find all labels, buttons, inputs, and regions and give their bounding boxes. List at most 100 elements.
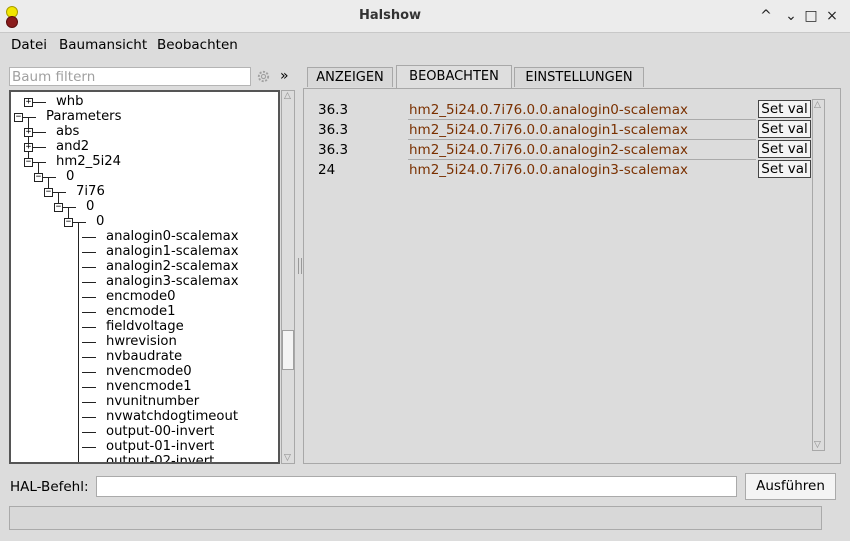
tree-item-label[interactable]: and2 <box>56 139 89 154</box>
hal-command-label: HAL-Befehl: <box>10 479 89 495</box>
tree-connector <box>82 252 96 253</box>
scroll-up-icon[interactable]: △ <box>814 100 821 110</box>
tree-item-label[interactable]: encmode0 <box>106 289 176 304</box>
tree-item-label[interactable]: analogin3-scalemax <box>106 274 239 289</box>
tree-item-label[interactable]: nvencmode1 <box>106 379 192 394</box>
tree-filter-input[interactable]: Baum filtern <box>9 67 251 86</box>
tree-item-label[interactable]: 0 <box>66 169 74 184</box>
tree-connector <box>78 297 79 312</box>
set-value-button[interactable]: Set val <box>758 120 811 138</box>
set-value-button[interactable]: Set val <box>758 140 811 158</box>
gear-icon[interactable] <box>256 69 271 88</box>
collapse-icon[interactable]: − <box>24 158 33 167</box>
tree-item-label[interactable]: fieldvoltage <box>106 319 184 334</box>
tab-anzeigen[interactable]: ANZEIGEN <box>307 67 393 87</box>
tree-connector <box>42 177 56 178</box>
pane-divider-handle[interactable] <box>298 258 302 274</box>
tree-connector <box>78 357 79 372</box>
tree-item-label[interactable]: analogin1-scalemax <box>106 244 239 259</box>
tree-connector <box>78 402 79 417</box>
expand-tree-button[interactable]: » <box>280 68 289 84</box>
tree-connector <box>82 327 96 328</box>
tree-connector <box>78 327 79 342</box>
tree-connector <box>78 282 79 297</box>
tree-item-label[interactable]: whb <box>56 94 84 109</box>
tree-connector <box>78 447 79 462</box>
tree-connector <box>78 267 79 282</box>
tree-connector <box>82 282 96 283</box>
collapse-icon[interactable]: − <box>64 218 73 227</box>
shade-up-button[interactable]: ^ <box>757 7 775 25</box>
status-bar <box>9 506 822 530</box>
hal-command-input[interactable] <box>96 476 737 497</box>
tree-item-label[interactable]: 0 <box>86 199 94 214</box>
tree-connector <box>78 312 79 327</box>
maximize-button[interactable]: □ <box>802 7 820 25</box>
scroll-down-icon[interactable]: ▽ <box>814 440 821 450</box>
tree-connector <box>78 417 79 432</box>
scroll-down-icon[interactable]: ▽ <box>284 453 291 463</box>
tab-einstellungen[interactable]: EINSTELLUNGEN <box>514 67 644 87</box>
watch-row: 24 hm2_5i24.0.7i76.0.0.analogin3-scalema… <box>318 160 813 180</box>
tree-scroll-thumb[interactable] <box>282 330 294 370</box>
tree-connector <box>32 162 46 163</box>
watch-value: 24 <box>318 162 336 178</box>
watch-scrollbar[interactable]: △ ▽ <box>812 99 825 451</box>
tree-item-label[interactable]: encmode1 <box>106 304 176 319</box>
tree-item-label[interactable]: nvencmode0 <box>106 364 192 379</box>
tree-item-label[interactable]: nvbaudrate <box>106 349 182 364</box>
collapse-icon[interactable]: − <box>14 113 23 122</box>
hal-tree[interactable]: + whb − Parameters + abs + and2 − hm2_5i24 − 0 − 7i76… <box>9 90 280 464</box>
watch-pin-name: hm2_5i24.0.7i76.0.0.analogin1-scalemax <box>409 122 688 138</box>
tree-connector <box>32 132 46 133</box>
tree-item-label[interactable]: abs <box>56 124 79 139</box>
collapse-icon[interactable]: − <box>34 173 43 182</box>
tree-connector <box>82 237 96 238</box>
tree-item-label[interactable]: output-02-invert <box>106 454 214 462</box>
watch-value: 36.3 <box>318 102 349 118</box>
tree-connector <box>82 267 96 268</box>
tree-item-label[interactable]: hm2_5i24 <box>56 154 121 169</box>
watch-row: 36.3 hm2_5i24.0.7i76.0.0.analogin0-scale… <box>318 100 813 120</box>
menu-datei[interactable]: Datei <box>11 37 47 53</box>
tree-connector <box>82 372 96 373</box>
collapse-icon[interactable]: − <box>54 203 63 212</box>
menu-baumansicht[interactable]: Baumansicht <box>59 37 147 53</box>
tab-beobachten[interactable]: BEOBACHTEN <box>396 65 512 89</box>
collapse-icon[interactable]: − <box>44 188 53 197</box>
tree-connector <box>78 372 79 387</box>
tree-item-label[interactable]: Parameters <box>46 109 121 124</box>
watch-value: 36.3 <box>318 122 349 138</box>
scroll-up-icon[interactable]: △ <box>284 91 291 101</box>
tree-connector <box>78 252 79 267</box>
expand-icon[interactable]: + <box>24 98 33 107</box>
tree-connector <box>82 447 96 448</box>
tree-item-label[interactable]: nvunitnumber <box>106 394 199 409</box>
tree-connector <box>82 297 96 298</box>
tree-connector <box>32 147 46 148</box>
tree-connector <box>78 387 79 402</box>
tree-item-label[interactable]: 0 <box>96 214 104 229</box>
expand-icon[interactable]: + <box>24 143 33 152</box>
tree-connector <box>82 432 96 433</box>
tree-item-label[interactable]: hwrevision <box>106 334 177 349</box>
menu-beobachten[interactable]: Beobachten <box>157 37 238 53</box>
tree-scrollbar[interactable]: △ ▽ <box>281 90 295 464</box>
watch-pin-name: hm2_5i24.0.7i76.0.0.analogin3-scalemax <box>409 162 688 178</box>
tree-item-label[interactable]: 7i76 <box>76 184 105 199</box>
tree-connector <box>82 312 96 313</box>
close-button[interactable]: × <box>823 7 841 25</box>
set-value-button[interactable]: Set val <box>758 160 811 178</box>
tree-item-label[interactable]: analogin2-scalemax <box>106 259 239 274</box>
expand-icon[interactable]: + <box>24 128 33 137</box>
minimize-button[interactable]: ⌄ <box>782 7 800 25</box>
execute-button[interactable]: Ausführen <box>745 473 836 500</box>
tree-item-label[interactable]: nvwatchdogtimeout <box>106 409 238 424</box>
set-value-button[interactable]: Set val <box>758 100 811 118</box>
tree-item-label[interactable]: output-00-invert <box>106 424 214 439</box>
watch-pin-name: hm2_5i24.0.7i76.0.0.analogin0-scalemax <box>409 102 688 118</box>
tree-connector <box>62 207 76 208</box>
tree-item-label[interactable]: output-01-invert <box>106 439 214 454</box>
tree-connector <box>82 417 96 418</box>
tree-item-label[interactable]: analogin0-scalemax <box>106 229 239 244</box>
